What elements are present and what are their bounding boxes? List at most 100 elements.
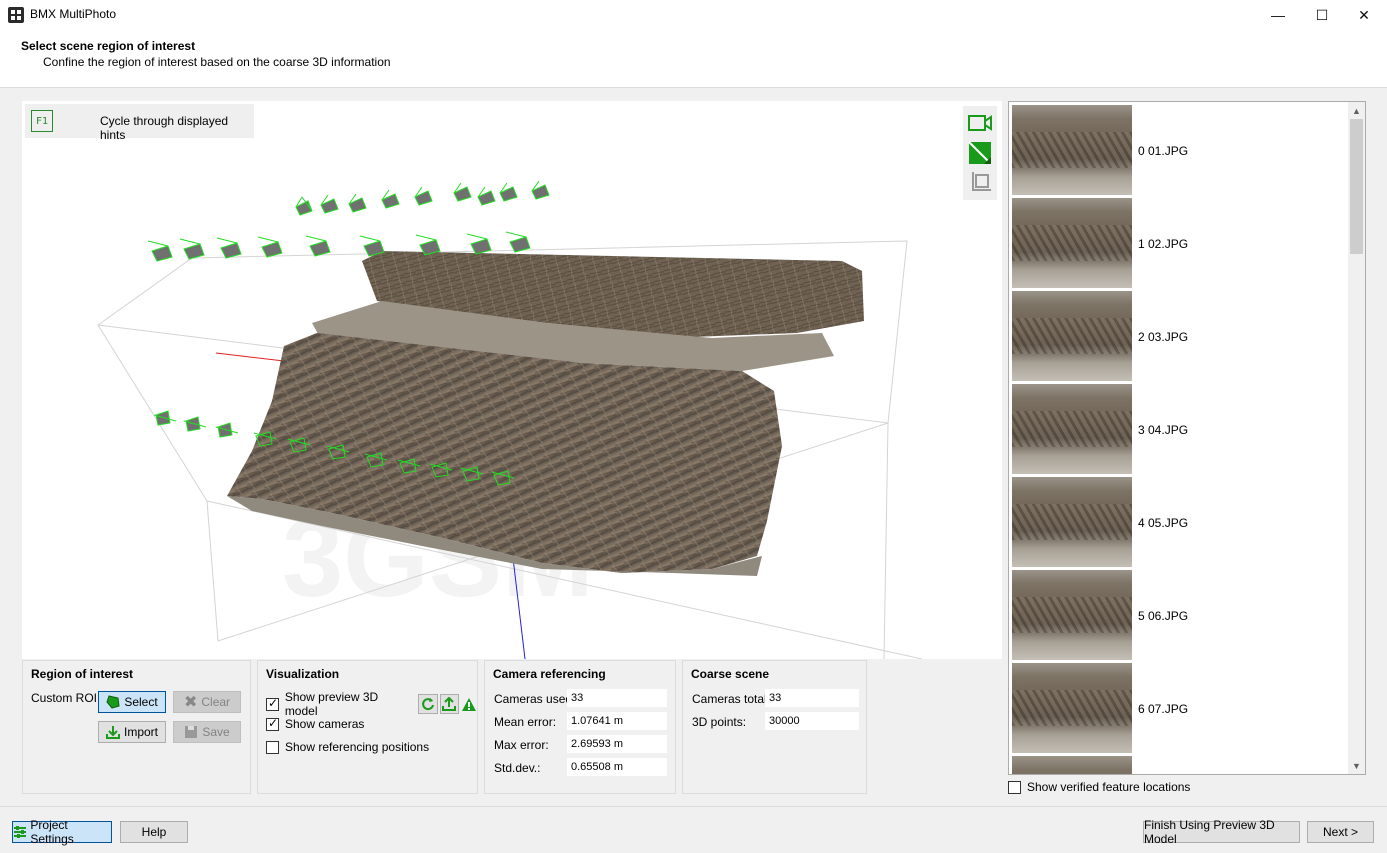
x-axis-line	[215, 352, 285, 362]
thumbnail-image	[1012, 570, 1132, 660]
save-roi-label: Save	[202, 725, 230, 739]
refresh-icon	[421, 698, 434, 711]
crop-icon	[972, 172, 991, 191]
thumbnail-label: 5 06.JPG	[1138, 609, 1189, 623]
show-preview-checkbox[interactable]	[266, 696, 279, 711]
import-roi-button[interactable]: Import	[98, 721, 166, 743]
close-button[interactable]: ✕	[1341, 0, 1387, 30]
thumbnail-image	[1012, 105, 1132, 195]
fit-view-icon	[968, 141, 992, 165]
roi-group: Region of interest Custom ROI: Select ✖ …	[22, 660, 251, 794]
help-button[interactable]: Help	[120, 821, 188, 843]
thumbnail-item[interactable]: 3 04.JPG	[1012, 384, 1352, 474]
show-verified-checkbox-row[interactable]: Show verified feature locations	[1008, 780, 1190, 794]
image-thumbnail-list[interactable]: 0 01.JPG 1 02.JPG 2 03.JPG 3 04.JPG 4 05…	[1008, 101, 1366, 775]
thumbnail-image	[1012, 198, 1132, 288]
show-verified-label: Show verified feature locations	[1027, 780, 1191, 794]
roi-group-title: Region of interest	[31, 667, 134, 681]
wizard-header: Select scene region of interest Confine …	[0, 30, 1387, 88]
cameras-total-label: Cameras total:	[692, 692, 771, 706]
scroll-down-icon[interactable]: ▼	[1348, 757, 1365, 774]
show-cameras-checkbox[interactable]	[266, 716, 279, 731]
show-cameras-label: Show cameras	[285, 717, 365, 731]
3d-points-label: 3D points:	[692, 715, 747, 729]
thumbnail-item[interactable]: 4 05.JPG	[1012, 477, 1352, 567]
export-preview-button[interactable]	[439, 694, 460, 714]
clear-icon: ✖	[183, 694, 198, 711]
thumbnail-label: 0 01.JPG	[1138, 144, 1189, 158]
select-roi-label: Select	[124, 695, 158, 709]
bottom-bar: Project Settings Help Finish Using Previ…	[0, 806, 1387, 853]
refresh-preview-button[interactable]	[417, 694, 438, 714]
thumbnail-item[interactable]	[1012, 756, 1352, 774]
show-preview-label: Show preview 3D model	[284, 690, 379, 718]
show-ref-positions-row[interactable]: Show referencing positions	[266, 740, 429, 754]
hint-text: Cycle through displayed hints	[100, 114, 229, 142]
finish-preview-button[interactable]: Finish Using Preview 3D Model	[1143, 818, 1300, 846]
page-title: Select scene region of interest	[21, 39, 196, 53]
thumbnail-image	[1012, 384, 1132, 474]
thumbnail-label: 4 05.JPG	[1138, 516, 1189, 530]
f1-key-icon: F1	[31, 110, 53, 132]
show-cameras-row[interactable]: Show cameras	[266, 716, 365, 731]
custom-roi-label: Custom ROI:	[31, 691, 101, 705]
cameras-used-label: Cameras used:	[494, 692, 576, 706]
export-icon	[442, 697, 457, 711]
cameras-used-value: 33	[567, 689, 667, 707]
thumbnail-label: 3 04.JPG	[1138, 423, 1189, 437]
thumbnail-item[interactable]: 5 06.JPG	[1012, 570, 1352, 660]
next-button[interactable]: Next >	[1307, 821, 1374, 843]
maximize-button[interactable]: ☐	[1299, 0, 1345, 30]
thumbnail-image	[1012, 477, 1132, 567]
std-dev-value: 0.65508 m	[567, 758, 667, 776]
thumbnail-image	[1012, 663, 1132, 753]
thumbnail-item[interactable]: 2 03.JPG	[1012, 291, 1352, 381]
thumbnail-item[interactable]: 6 07.JPG	[1012, 663, 1352, 753]
select-roi-button[interactable]: Select	[98, 691, 166, 713]
clear-roi-button[interactable]: ✖ Clear	[173, 691, 241, 713]
visualization-group-title: Visualization	[266, 667, 340, 681]
title-bar: BMX MultiPhoto — ☐ ✕	[0, 0, 1387, 30]
camera-view-button[interactable]	[966, 109, 994, 137]
thumbnail-image	[1012, 291, 1132, 381]
app-icon	[8, 7, 24, 23]
thumbnail-item[interactable]: 1 02.JPG	[1012, 198, 1352, 288]
crop-view-button[interactable]	[966, 169, 994, 197]
cameras-total-value: 33	[765, 689, 859, 707]
show-ref-positions-checkbox[interactable]	[266, 740, 279, 754]
coarse-scene-title: Coarse scene	[691, 667, 770, 681]
settings-sliders-icon	[14, 826, 26, 838]
clear-roi-label: Clear	[201, 695, 231, 709]
project-settings-button[interactable]: Project Settings	[12, 818, 112, 846]
thumbnail-image	[1012, 756, 1132, 774]
camera-referencing-group: Camera referencing Cameras used: 33 Mean…	[484, 660, 676, 794]
minimize-button[interactable]: —	[1255, 0, 1301, 30]
hint-panel: F1 Cycle through displayed hints	[25, 104, 254, 142]
fit-view-button[interactable]	[966, 139, 994, 167]
import-roi-label: Import	[123, 725, 158, 739]
thumbnail-item[interactable]: 0 01.JPG	[1012, 105, 1352, 195]
max-error-label: Max error:	[494, 738, 549, 752]
visualization-group: Visualization Show preview 3D model Show…	[257, 660, 478, 794]
show-verified-checkbox[interactable]	[1008, 780, 1021, 794]
page-subtitle: Confine the region of interest based on …	[43, 55, 391, 69]
video-camera-icon	[968, 115, 992, 131]
project-settings-label: Project Settings	[30, 818, 74, 846]
viewport-toolbar	[963, 106, 997, 200]
save-icon	[185, 726, 198, 738]
show-preview-row[interactable]: Show preview 3D model	[266, 690, 477, 718]
scroll-up-icon[interactable]: ▲	[1348, 102, 1365, 119]
std-dev-label: Std.dev.:	[494, 761, 541, 775]
scroll-thumb[interactable]	[1350, 119, 1363, 254]
3d-viewport[interactable]: 3GSM F1 Cycle through displayed hints	[22, 101, 1002, 659]
thumbnail-label: 1 02.JPG	[1138, 237, 1189, 251]
mean-error-value: 1.07641 m	[567, 712, 667, 730]
save-roi-button[interactable]: Save	[173, 721, 241, 743]
polygon-select-icon	[106, 695, 120, 709]
3d-scene[interactable]: 3GSM	[22, 101, 1002, 659]
thumbnail-scrollbar[interactable]: ▲ ▼	[1348, 102, 1365, 774]
mean-error-label: Mean error:	[494, 715, 557, 729]
show-ref-positions-label: Show referencing positions	[285, 740, 430, 754]
thumbnail-label: 2 03.JPG	[1138, 330, 1189, 344]
coarse-scene-group: Coarse scene Cameras total: 33 3D points…	[682, 660, 867, 794]
